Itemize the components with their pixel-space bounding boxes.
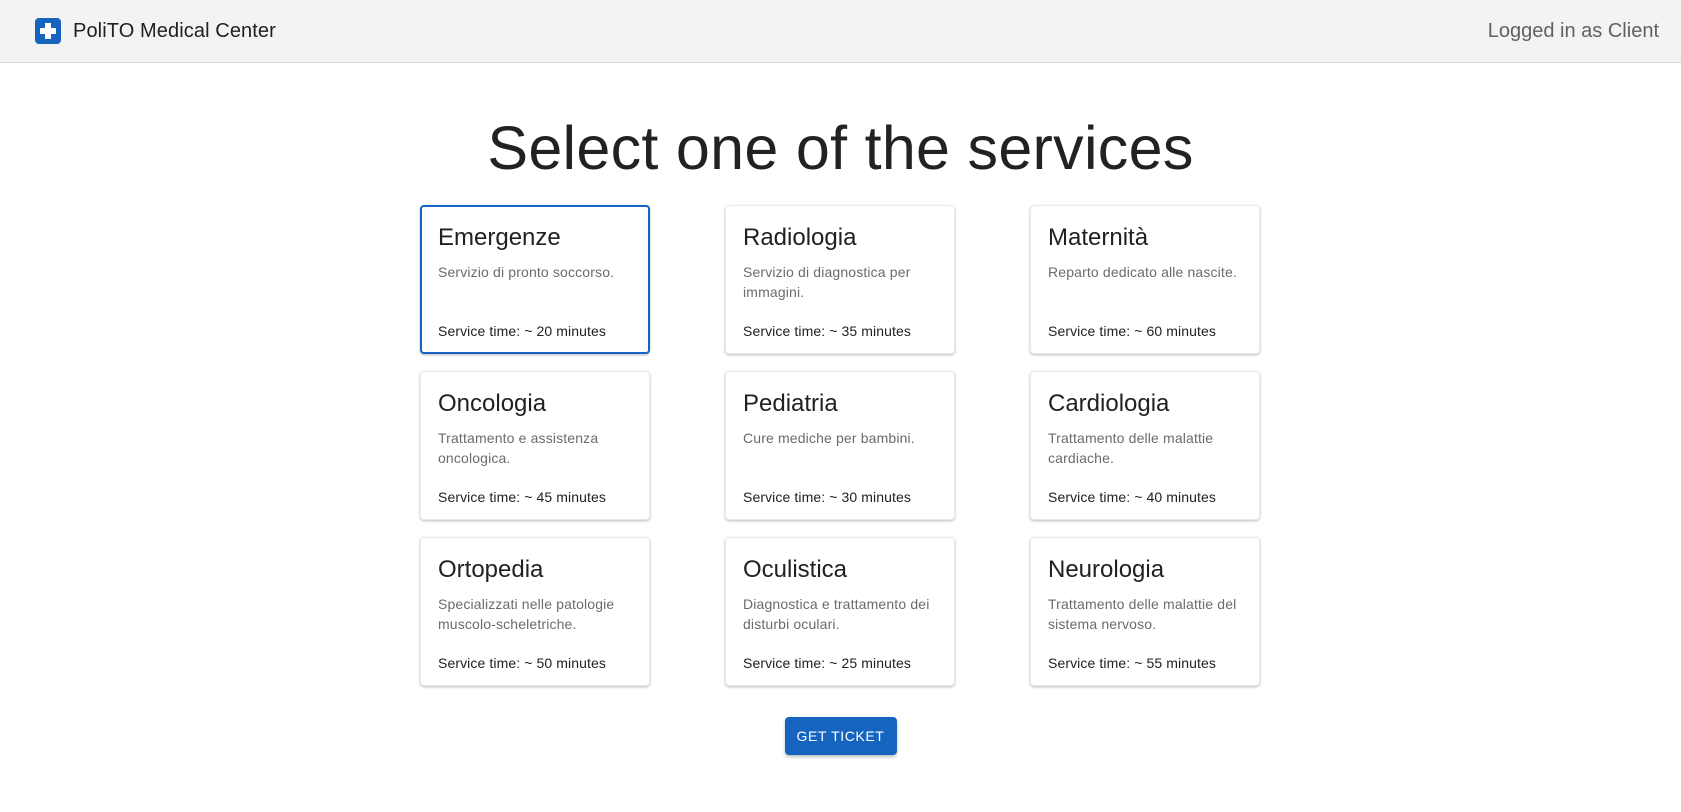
service-name: Pediatria — [743, 390, 838, 417]
service-card-neurologia[interactable]: Neurologia Trattamento delle malattie de… — [1030, 537, 1260, 686]
service-description: Diagnostica e trattamento dei disturbi o… — [743, 596, 930, 632]
service-card-oncologia[interactable]: Oncologia Trattamento e assistenza oncol… — [420, 371, 650, 520]
app-bar: PoliTO Medical Center Logged in as Clien… — [0, 0, 1681, 63]
service-name: Oculistica — [743, 556, 848, 583]
service-description: Servizio di pronto soccorso. — [438, 264, 615, 280]
service-description: Trattamento delle malattie del sistema n… — [1048, 596, 1237, 632]
service-card-radiologia[interactable]: Radiologia Servizio di diagnostica per i… — [725, 205, 955, 354]
services-grid: Emergenze Servizio di pronto soccorso. S… — [420, 205, 1261, 686]
brand: PoliTO Medical Center — [35, 18, 276, 44]
service-name: Emergenze — [438, 224, 561, 251]
service-card-oculistica[interactable]: Oculistica Diagnostica e trattamento dei… — [725, 537, 955, 686]
service-description: Trattamento e assistenza oncologica. — [438, 430, 599, 466]
medical-cross-icon — [35, 18, 61, 44]
service-description: Reparto dedicato alle nascite. — [1048, 264, 1237, 280]
service-description: Trattamento delle malattie cardiache. — [1048, 430, 1214, 466]
service-description: Specializzati nelle patologie muscolo-sc… — [438, 596, 615, 632]
main-content: Select one of the services Emergenze Ser… — [0, 118, 1681, 755]
service-time: Service time: ~ 45 minutes — [438, 489, 606, 505]
service-time: Service time: ~ 35 minutes — [743, 323, 911, 339]
page-title: Select one of the services — [487, 114, 1194, 182]
service-card-maternita[interactable]: Maternità Reparto dedicato alle nascite.… — [1030, 205, 1260, 354]
service-description: Servizio di diagnostica per immagini. — [743, 264, 911, 300]
service-name: Cardiologia — [1048, 390, 1170, 417]
login-status: Logged in as Client — [1487, 19, 1659, 42]
service-card-pediatria[interactable]: Pediatria Cure mediche per bambini. Serv… — [725, 371, 955, 520]
service-card-emergenze[interactable]: Emergenze Servizio di pronto soccorso. S… — [420, 205, 650, 354]
service-card-ortopedia[interactable]: Ortopedia Specializzati nelle patologie … — [420, 537, 650, 686]
service-name: Radiologia — [743, 224, 857, 251]
service-time: Service time: ~ 40 minutes — [1048, 489, 1216, 505]
service-time: Service time: ~ 25 minutes — [743, 655, 911, 671]
service-time: Service time: ~ 20 minutes — [438, 323, 606, 339]
service-name: Neurologia — [1048, 556, 1165, 583]
service-time: Service time: ~ 60 minutes — [1048, 323, 1216, 339]
brand-name: PoliTO Medical Center — [73, 19, 276, 42]
service-time: Service time: ~ 50 minutes — [438, 655, 606, 671]
actions: GET TICKET — [0, 717, 1681, 755]
service-time: Service time: ~ 30 minutes — [743, 489, 911, 505]
service-name: Oncologia — [438, 390, 547, 417]
service-name: Maternità — [1048, 224, 1149, 251]
service-time: Service time: ~ 55 minutes — [1048, 655, 1216, 671]
get-ticket-button[interactable]: GET TICKET — [784, 717, 897, 755]
service-card-cardiologia[interactable]: Cardiologia Trattamento delle malattie c… — [1030, 371, 1260, 520]
service-name: Ortopedia — [438, 556, 544, 583]
service-description: Cure mediche per bambini. — [743, 430, 915, 446]
